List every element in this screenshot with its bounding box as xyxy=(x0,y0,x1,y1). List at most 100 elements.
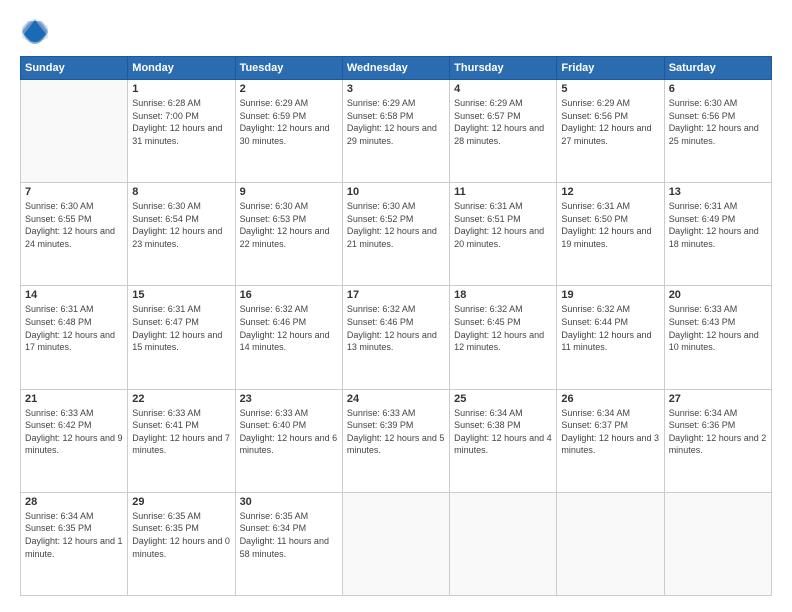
calendar-cell: 22 Sunrise: 6:33 AMSunset: 6:41 PMDayligh… xyxy=(128,389,235,492)
calendar-cell: 30 Sunrise: 6:35 AMSunset: 6:34 PMDayligh… xyxy=(235,492,342,595)
calendar-cell: 2 Sunrise: 6:29 AMSunset: 6:59 PMDaylight… xyxy=(235,80,342,183)
calendar-cell: 11 Sunrise: 6:31 AMSunset: 6:51 PMDayligh… xyxy=(450,183,557,286)
day-detail: Sunrise: 6:33 AMSunset: 6:41 PMDaylight:… xyxy=(132,407,230,457)
calendar-cell: 8 Sunrise: 6:30 AMSunset: 6:54 PMDaylight… xyxy=(128,183,235,286)
calendar-cell: 18 Sunrise: 6:32 AMSunset: 6:45 PMDayligh… xyxy=(450,286,557,389)
day-detail: Sunrise: 6:28 AMSunset: 7:00 PMDaylight:… xyxy=(132,97,230,147)
day-number: 25 xyxy=(454,393,552,405)
calendar-cell: 26Sunrise: 6:34 AMSunset: 6:37 PMDayligh… xyxy=(557,389,664,492)
day-header-row: SundayMondayTuesdayWednesdayThursdayFrid… xyxy=(21,57,772,80)
calendar-cell xyxy=(342,492,449,595)
calendar-cell: 10 Sunrise: 6:30 AMSunset: 6:52 PMDayligh… xyxy=(342,183,449,286)
day-detail: Sunrise: 6:32 AMSunset: 6:46 PMDaylight:… xyxy=(347,303,445,353)
day-detail: Sunrise: 6:31 AMSunset: 6:48 PMDaylight:… xyxy=(25,303,123,353)
day-number: 4 xyxy=(454,83,552,95)
day-number: 27 xyxy=(669,393,767,405)
calendar-cell: 1Sunrise: 6:28 AMSunset: 7:00 PMDaylight… xyxy=(128,80,235,183)
day-detail: Sunrise: 6:29 AMSunset: 6:57 PMDaylight:… xyxy=(454,97,552,147)
day-number: 23 xyxy=(240,393,338,405)
calendar-cell xyxy=(21,80,128,183)
day-detail: Sunrise: 6:29 AMSunset: 6:59 PMDaylight:… xyxy=(240,97,338,147)
day-detail: Sunrise: 6:31 AMSunset: 6:47 PMDaylight:… xyxy=(132,303,230,353)
day-number: 21 xyxy=(25,393,123,405)
calendar-cell: 9 Sunrise: 6:30 AMSunset: 6:53 PMDaylight… xyxy=(235,183,342,286)
calendar-cell: 20 Sunrise: 6:33 AMSunset: 6:43 PMDayligh… xyxy=(664,286,771,389)
day-detail: Sunrise: 6:30 AMSunset: 6:53 PMDaylight:… xyxy=(240,200,338,250)
day-detail: Sunrise: 6:31 AMSunset: 6:49 PMDaylight:… xyxy=(669,200,767,250)
calendar-cell xyxy=(664,492,771,595)
day-detail: Sunrise: 6:33 AMSunset: 6:40 PMDaylight:… xyxy=(240,407,338,457)
col-header-sunday: Sunday xyxy=(21,57,128,80)
col-header-monday: Monday xyxy=(128,57,235,80)
calendar-cell xyxy=(557,492,664,595)
day-detail: Sunrise: 6:32 AMSunset: 6:45 PMDaylight:… xyxy=(454,303,552,353)
logo xyxy=(20,16,54,46)
day-detail: Sunrise: 6:30 AMSunset: 6:56 PMDaylight:… xyxy=(669,97,767,147)
day-number: 10 xyxy=(347,186,445,198)
day-number: 9 xyxy=(240,186,338,198)
col-header-wednesday: Wednesday xyxy=(342,57,449,80)
calendar-cell: 23 Sunrise: 6:33 AMSunset: 6:40 PMDayligh… xyxy=(235,389,342,492)
day-detail: Sunrise: 6:34 AMSunset: 6:35 PMDaylight:… xyxy=(25,510,123,560)
day-detail: Sunrise: 6:35 AMSunset: 6:35 PMDaylight:… xyxy=(132,510,230,560)
day-number: 13 xyxy=(669,186,767,198)
calendar-cell: 29 Sunrise: 6:35 AMSunset: 6:35 PMDayligh… xyxy=(128,492,235,595)
week-row-2: 14 Sunrise: 6:31 AMSunset: 6:48 PMDayligh… xyxy=(21,286,772,389)
day-number: 14 xyxy=(25,289,123,301)
col-header-thursday: Thursday xyxy=(450,57,557,80)
day-detail: Sunrise: 6:33 AMSunset: 6:39 PMDaylight:… xyxy=(347,407,445,457)
day-number: 15 xyxy=(132,289,230,301)
calendar-cell: 15 Sunrise: 6:31 AMSunset: 6:47 PMDayligh… xyxy=(128,286,235,389)
day-detail: Sunrise: 6:35 AMSunset: 6:34 PMDaylight:… xyxy=(240,510,338,560)
calendar-cell: 12Sunrise: 6:31 AMSunset: 6:50 PMDayligh… xyxy=(557,183,664,286)
calendar-cell: 19 Sunrise: 6:32 AMSunset: 6:44 PMDayligh… xyxy=(557,286,664,389)
calendar-page: SundayMondayTuesdayWednesdayThursdayFrid… xyxy=(0,0,792,612)
calendar-cell: 25 Sunrise: 6:34 AMSunset: 6:38 PMDayligh… xyxy=(450,389,557,492)
day-detail: Sunrise: 6:34 AMSunset: 6:37 PMDaylight:… xyxy=(561,407,659,457)
col-header-saturday: Saturday xyxy=(664,57,771,80)
calendar-cell: 6Sunrise: 6:30 AMSunset: 6:56 PMDaylight… xyxy=(664,80,771,183)
calendar-cell: 17 Sunrise: 6:32 AMSunset: 6:46 PMDayligh… xyxy=(342,286,449,389)
calendar-cell: 24Sunrise: 6:33 AMSunset: 6:39 PMDayligh… xyxy=(342,389,449,492)
day-detail: Sunrise: 6:31 AMSunset: 6:51 PMDaylight:… xyxy=(454,200,552,250)
col-header-friday: Friday xyxy=(557,57,664,80)
day-number: 20 xyxy=(669,289,767,301)
day-detail: Sunrise: 6:33 AMSunset: 6:42 PMDaylight:… xyxy=(25,407,123,457)
day-number: 19 xyxy=(561,289,659,301)
day-number: 29 xyxy=(132,496,230,508)
day-detail: Sunrise: 6:30 AMSunset: 6:52 PMDaylight:… xyxy=(347,200,445,250)
day-detail: Sunrise: 6:34 AMSunset: 6:38 PMDaylight:… xyxy=(454,407,552,457)
calendar-cell: 14 Sunrise: 6:31 AMSunset: 6:48 PMDayligh… xyxy=(21,286,128,389)
day-detail: Sunrise: 6:32 AMSunset: 6:44 PMDaylight:… xyxy=(561,303,659,353)
day-detail: Sunrise: 6:30 AMSunset: 6:54 PMDaylight:… xyxy=(132,200,230,250)
day-number: 16 xyxy=(240,289,338,301)
calendar-cell: 21 Sunrise: 6:33 AMSunset: 6:42 PMDayligh… xyxy=(21,389,128,492)
header xyxy=(20,16,772,46)
calendar-cell: 28 Sunrise: 6:34 AMSunset: 6:35 PMDayligh… xyxy=(21,492,128,595)
day-number: 28 xyxy=(25,496,123,508)
day-number: 2 xyxy=(240,83,338,95)
day-number: 8 xyxy=(132,186,230,198)
day-number: 30 xyxy=(240,496,338,508)
calendar-cell: 7Sunrise: 6:30 AMSunset: 6:55 PMDaylight… xyxy=(21,183,128,286)
calendar-cell xyxy=(450,492,557,595)
calendar-cell: 16 Sunrise: 6:32 AMSunset: 6:46 PMDayligh… xyxy=(235,286,342,389)
day-number: 18 xyxy=(454,289,552,301)
day-detail: Sunrise: 6:34 AMSunset: 6:36 PMDaylight:… xyxy=(669,407,767,457)
day-number: 5 xyxy=(561,83,659,95)
day-detail: Sunrise: 6:29 AMSunset: 6:58 PMDaylight:… xyxy=(347,97,445,147)
day-detail: Sunrise: 6:32 AMSunset: 6:46 PMDaylight:… xyxy=(240,303,338,353)
day-number: 11 xyxy=(454,186,552,198)
day-number: 22 xyxy=(132,393,230,405)
week-row-0: 1Sunrise: 6:28 AMSunset: 7:00 PMDaylight… xyxy=(21,80,772,183)
week-row-4: 28 Sunrise: 6:34 AMSunset: 6:35 PMDayligh… xyxy=(21,492,772,595)
week-row-3: 21 Sunrise: 6:33 AMSunset: 6:42 PMDayligh… xyxy=(21,389,772,492)
calendar-cell: 5Sunrise: 6:29 AMSunset: 6:56 PMDaylight… xyxy=(557,80,664,183)
col-header-tuesday: Tuesday xyxy=(235,57,342,80)
week-row-1: 7Sunrise: 6:30 AMSunset: 6:55 PMDaylight… xyxy=(21,183,772,286)
calendar-cell: 13 Sunrise: 6:31 AMSunset: 6:49 PMDayligh… xyxy=(664,183,771,286)
calendar-table: SundayMondayTuesdayWednesdayThursdayFrid… xyxy=(20,56,772,596)
day-number: 17 xyxy=(347,289,445,301)
calendar-cell: 27 Sunrise: 6:34 AMSunset: 6:36 PMDayligh… xyxy=(664,389,771,492)
day-detail: Sunrise: 6:33 AMSunset: 6:43 PMDaylight:… xyxy=(669,303,767,353)
